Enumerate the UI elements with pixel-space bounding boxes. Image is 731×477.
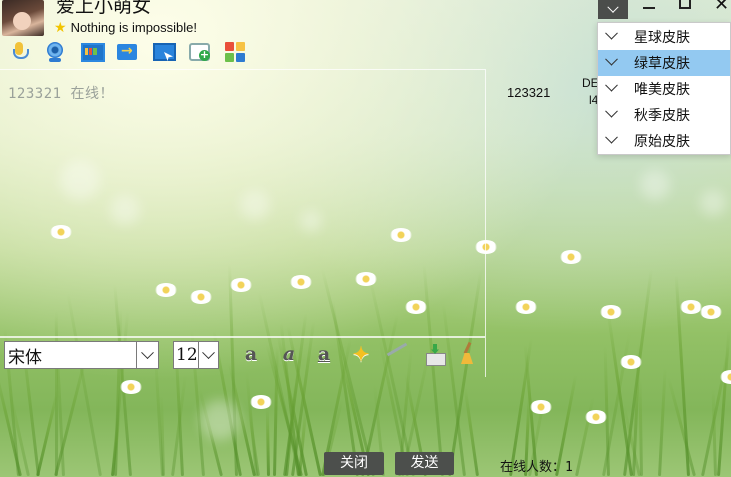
signature-row: ★ Nothing is impossible!: [54, 19, 197, 36]
webcam-icon[interactable]: [44, 41, 66, 63]
underline-icon[interactable]: a: [313, 344, 335, 366]
grass-blade: [638, 377, 643, 477]
daisy-flower: [720, 370, 731, 384]
pen-icon[interactable]: [386, 342, 408, 357]
close-button[interactable]: 关闭: [324, 452, 384, 475]
screen-share-icon[interactable]: [80, 41, 105, 63]
grass-blade: [666, 377, 696, 477]
chevron-down-icon: [605, 26, 618, 40]
send-button[interactable]: 发送: [395, 452, 454, 475]
skin-menu: 星球皮肤 绿草皮肤 唯美皮肤 秋季皮肤 原始皮肤: [597, 22, 731, 155]
italic-icon[interactable]: a: [278, 344, 300, 366]
skin-item-label: 秋季皮肤: [634, 108, 690, 124]
apps-icon[interactable]: [224, 41, 246, 63]
grass-blade: [717, 329, 731, 477]
format-toolbar: 宋体 12 a a a ✦: [0, 337, 486, 377]
font-size-select[interactable]: 12: [173, 341, 219, 369]
skin-item-label: 原始皮肤: [634, 134, 690, 150]
grass-blade: [658, 368, 667, 477]
grass-blade: [603, 346, 610, 477]
chevron-down-icon: [605, 130, 618, 144]
remote-desktop-icon[interactable]: [152, 41, 176, 63]
grass-blade: [701, 345, 731, 477]
grass-blade: [575, 397, 595, 477]
chevron-down-icon[interactable]: [197, 342, 218, 368]
skin-item-label: 唯美皮肤: [634, 82, 690, 98]
font-size-value: 12: [176, 345, 198, 365]
grass-blade: [623, 269, 653, 477]
chevron-down-icon: [605, 104, 618, 118]
bokeh-blur: [700, 190, 726, 216]
toolbar: [8, 41, 246, 63]
skin-item-label: 绿草皮肤: [634, 56, 690, 72]
skin-item-grass[interactable]: 绿草皮肤: [598, 50, 730, 76]
font-family-select[interactable]: 宋体: [4, 341, 159, 369]
skin-dropdown-button[interactable]: [598, 0, 628, 19]
online-user-item[interactable]: 123321: [507, 85, 550, 100]
avatar[interactable]: [2, 0, 44, 36]
skin-item-beauty[interactable]: 唯美皮肤: [598, 76, 730, 102]
microphone-icon[interactable]: [8, 41, 30, 63]
new-message-icon[interactable]: [188, 41, 210, 63]
chevron-down-icon: [605, 78, 618, 92]
grass-blade: [622, 405, 641, 477]
message-input-area[interactable]: [0, 378, 486, 448]
grass-blade: [674, 275, 690, 477]
maximize-button[interactable]: [679, 0, 691, 9]
daisy-flower: [530, 400, 552, 414]
save-icon[interactable]: [424, 344, 446, 366]
close-window-button[interactable]: ✕: [714, 0, 729, 15]
skin-item-original[interactable]: 原始皮肤: [598, 128, 730, 154]
signature-text[interactable]: Nothing is impossible!: [71, 20, 197, 35]
online-count: 在线人数：1: [500, 460, 573, 475]
file-transfer-icon[interactable]: [116, 41, 138, 63]
grass-blade: [632, 343, 642, 477]
daisy-flower: [600, 305, 622, 319]
emoji-icon[interactable]: ✦: [350, 344, 372, 366]
chevron-down-icon[interactable]: [136, 342, 158, 368]
chat-message: 123321 在线！: [8, 86, 115, 102]
minimize-button[interactable]: [643, 7, 655, 9]
nickname: 爱上小萌女: [56, 0, 152, 17]
star-icon: ★: [54, 19, 67, 35]
bold-icon[interactable]: a: [240, 344, 262, 366]
daisy-flower: [515, 300, 537, 314]
chevron-down-icon: [607, 1, 619, 13]
skin-item-autumn[interactable]: 秋季皮肤: [598, 102, 730, 128]
daisy-flower: [560, 250, 582, 264]
daisy-flower: [700, 305, 722, 319]
skin-item-label: 星球皮肤: [634, 30, 690, 46]
bokeh-blur: [640, 170, 670, 200]
daisy-flower: [585, 410, 607, 424]
chat-history-panel[interactable]: 123321 在线！: [0, 69, 486, 337]
clear-broom-icon[interactable]: [460, 342, 474, 366]
grass-blade: [711, 388, 717, 477]
skin-item-star[interactable]: 星球皮肤: [598, 24, 730, 50]
daisy-flower: [680, 300, 702, 314]
daisy-flower: [620, 355, 642, 369]
grass-blade: [602, 333, 631, 477]
grass-blade: [606, 312, 633, 477]
font-family-value: 宋体: [8, 347, 42, 368]
chevron-down-icon: [605, 52, 618, 66]
